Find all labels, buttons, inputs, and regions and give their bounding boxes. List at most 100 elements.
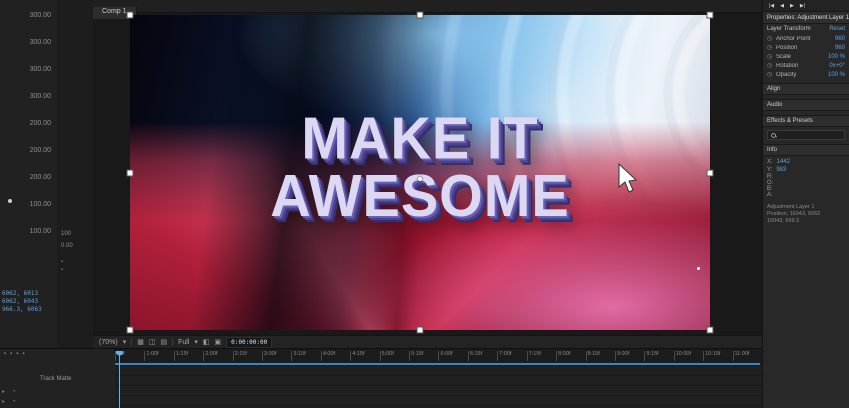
property-value[interactable]: 100 %	[828, 54, 845, 60]
ruler-tick-label[interactable]: 1:15f	[174, 351, 203, 361]
time-ruler[interactable]: 15f1:00f1:15f2:00f2:15f3:00f3:15f4:00f4:…	[115, 351, 762, 361]
resolution-select[interactable]: Full	[178, 339, 189, 346]
ruler-tick-label[interactable]: 9:15f	[644, 351, 673, 361]
property-value[interactable]: 960	[835, 36, 845, 42]
selection-handle[interactable]	[127, 169, 134, 176]
search-icon	[771, 133, 776, 138]
property-label: Position	[776, 45, 832, 51]
property-value[interactable]: 0x+0°	[829, 63, 845, 69]
selection-handle[interactable]	[707, 327, 714, 334]
expand-arrow-icon[interactable]: ▸	[2, 397, 5, 407]
stopwatch-icon[interactable]: ◷	[767, 62, 773, 69]
expand-arrow-icon[interactable]: ▸	[2, 387, 5, 397]
selection-handle[interactable]	[127, 12, 134, 19]
ruler-tick-label[interactable]: 4:15f	[350, 351, 379, 361]
ruler-tick-label[interactable]: 6:15f	[468, 351, 497, 361]
ruler-tick-label[interactable]: 5:00f	[380, 351, 409, 361]
resolution-dropdown-icon[interactable]: ▾	[194, 338, 198, 346]
zoom-dropdown-icon[interactable]: ▾	[123, 338, 127, 346]
property-value[interactable]: 100 %	[828, 72, 845, 78]
scale-value: 300.00	[30, 12, 51, 39]
column-icon[interactable]: ▪	[22, 351, 24, 357]
stopwatch-icon[interactable]: ◷	[767, 53, 773, 60]
selection-handle[interactable]	[417, 327, 424, 334]
reset-button[interactable]: Reset	[829, 26, 845, 32]
ruler-tick-label[interactable]: 6:00f	[438, 351, 467, 361]
ruler-tick-label[interactable]: 8:15f	[586, 351, 615, 361]
composition-viewer-panel: Comp 1 MAKE IT AWESOME	[93, 0, 762, 348]
section-info[interactable]: Info	[763, 144, 849, 156]
section-audio[interactable]: Audio	[763, 99, 849, 111]
ruler-tick-label[interactable]: 11:00f	[733, 351, 762, 361]
toggle-icon[interactable]: ◔	[12, 397, 20, 407]
composition-canvas[interactable]: MAKE IT AWESOME	[130, 15, 710, 330]
selection-handle[interactable]	[127, 327, 134, 334]
region-of-interest-icon[interactable]: ▤	[160, 338, 167, 346]
info-coordinate: X:1442	[767, 158, 845, 166]
ruler-tick-label[interactable]: 7:15f	[527, 351, 556, 361]
stopwatch-icon[interactable]: ◷	[767, 44, 773, 51]
selection-handle[interactable]	[707, 12, 714, 19]
play-button[interactable]: ▶	[790, 3, 794, 9]
properties-panel: |◀ ◀ ▶ ▶| Properties: Adjustment Layer 1…	[762, 0, 849, 408]
layer-switch-toggles[interactable]: ◔ ◔	[12, 387, 20, 407]
zoom-level[interactable]: (70%)	[99, 339, 118, 346]
first-frame-button[interactable]: |◀	[769, 3, 774, 9]
transform-row: ◷Opacity100 %	[763, 70, 849, 79]
scale-value: 300.00	[30, 39, 51, 66]
transform-rows: ◷Anchor Point960◷Position960◷Scale100 %◷…	[763, 34, 849, 79]
transform-row: ◷Position960	[763, 43, 849, 52]
toggle-icon[interactable]: ◔	[12, 387, 20, 397]
stopwatch-icon[interactable]: ◷	[767, 35, 773, 42]
playhead-line[interactable]	[119, 351, 120, 408]
track-matte-column-label: Track Matte	[40, 376, 71, 382]
ruler-tick-label[interactable]: 4:00f	[321, 351, 350, 361]
keyframe-marker[interactable]	[8, 199, 12, 203]
ruler-tick-label[interactable]: 9:00f	[615, 351, 644, 361]
grid-icon[interactable]: ▦	[137, 338, 144, 346]
viewer-toolbar: (70%) ▾ ▦ ◫ ▤ Full ▾ ◧ ▣ 0:00:00:00	[93, 335, 762, 348]
channels-icon[interactable]: ◧	[203, 338, 210, 346]
info-channel-label: A:	[767, 192, 845, 198]
scale-value: 300.00	[30, 66, 51, 93]
column-icon[interactable]: ▪	[16, 351, 18, 357]
current-timecode[interactable]: 0:00:00:00	[226, 337, 272, 348]
mask-visibility-icon[interactable]: ◫	[149, 338, 156, 346]
ruler-tick-label[interactable]: 2:00f	[203, 351, 232, 361]
selection-handle[interactable]	[707, 169, 714, 176]
column-icon[interactable]: ▪	[10, 351, 12, 357]
scale-value: 200.00	[30, 174, 51, 201]
info-coordinate: Y:983	[767, 166, 845, 174]
snapshot-icon[interactable]: ▣	[215, 338, 222, 346]
next-frame-button[interactable]: ▶|	[800, 3, 805, 9]
ruler-tick-label[interactable]: 8:00f	[556, 351, 585, 361]
ruler-tick-label[interactable]: 10:15f	[703, 351, 732, 361]
ruler-tick-label[interactable]: 7:00f	[497, 351, 526, 361]
property-value[interactable]: 960	[835, 45, 845, 51]
layer-expand-arrows[interactable]: ▸ ▸	[2, 387, 5, 407]
ruler-tick-label[interactable]: 3:00f	[262, 351, 291, 361]
timeline-tracks[interactable]	[115, 366, 762, 408]
ruler-tick-label[interactable]: 3:15f	[291, 351, 320, 361]
selection-handle[interactable]	[417, 12, 424, 19]
ruler-tick-label[interactable]: 10:00f	[674, 351, 703, 361]
work-area-bar[interactable]	[115, 363, 760, 365]
transform-row: ◷Scale100 %	[763, 52, 849, 61]
stopwatch-icon[interactable]: ◷	[767, 71, 773, 78]
info-channels: R:G:B:A:	[767, 174, 845, 198]
ruler-tick-label[interactable]: 2:15f	[233, 351, 262, 361]
property-label: Rotation	[776, 63, 826, 69]
section-align[interactable]: Align	[763, 83, 849, 95]
timeline-column-icons: ▪ ▪ ▪ ▪	[4, 351, 25, 357]
layer-bracket-icons: ▪ ▪	[61, 258, 63, 274]
scale-value: 200.00	[30, 147, 51, 174]
anchor-point[interactable]	[418, 177, 422, 181]
previous-frame-button[interactable]: ◀	[780, 3, 784, 9]
scale-value: 200.00	[30, 120, 51, 147]
section-effects-presets[interactable]: Effects & Presets	[763, 115, 849, 127]
effects-search-input[interactable]	[767, 130, 845, 140]
ruler-tick-label[interactable]: 5:15f	[409, 351, 438, 361]
column-icon[interactable]: ▪	[4, 351, 6, 357]
coordinate-readout: 966.3, 6063	[2, 306, 42, 314]
ruler-tick-label[interactable]: 1:00f	[144, 351, 173, 361]
